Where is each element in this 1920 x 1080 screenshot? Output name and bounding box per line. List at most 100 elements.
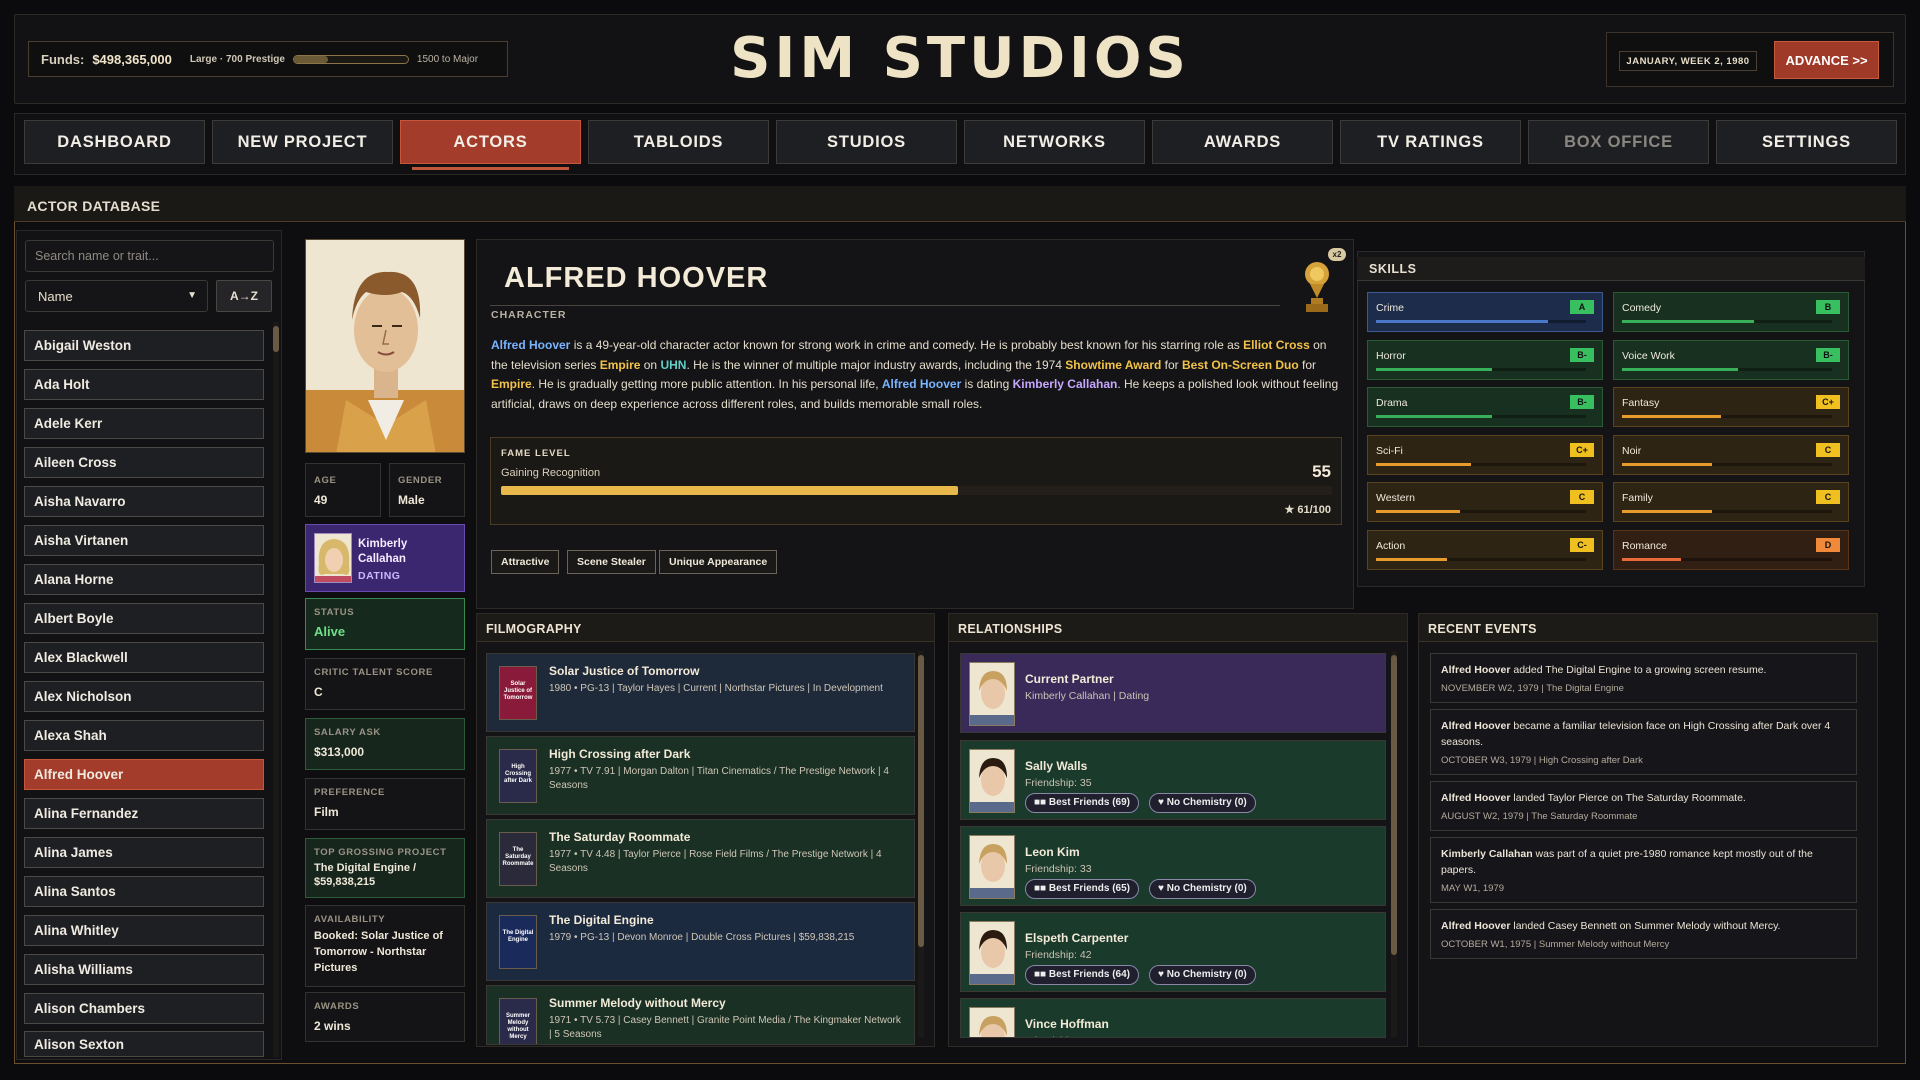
- best-friends-badge: ■■ Best Friends (65): [1025, 879, 1139, 899]
- list-item[interactable]: Aisha Virtanen: [24, 525, 264, 556]
- list-item[interactable]: Alina Fernandez: [24, 798, 264, 829]
- divider: [490, 305, 1280, 306]
- filmography-item[interactable]: Solar Justice of Tomorrow Solar Justice o…: [486, 653, 915, 732]
- partner-link[interactable]: Kimberly Callahan: [1013, 377, 1118, 391]
- relationships-scrollbar[interactable]: [1391, 651, 1397, 1037]
- tab-tv-ratings[interactable]: TV RATINGS: [1340, 120, 1521, 164]
- film-meta: 1980 • PG-13 | Taylor Hayes | Current | …: [549, 683, 883, 694]
- skill-grade: B-: [1570, 395, 1594, 409]
- filmography-scrollbar[interactable]: [918, 651, 924, 1037]
- actor-link[interactable]: Alfred Hoover: [491, 338, 570, 352]
- badge-label: Best Friends (64): [1048, 969, 1130, 980]
- actor-link[interactable]: Alfred Hoover: [882, 377, 961, 391]
- list-scrollbar[interactable]: [273, 322, 279, 1057]
- partner-avatar: [314, 533, 352, 583]
- tab-dashboard[interactable]: DASHBOARD: [24, 120, 205, 164]
- sort-order-button[interactable]: A→Z: [216, 280, 272, 312]
- list-item[interactable]: Alina Santos: [24, 876, 264, 907]
- film-meta: 1977 • TV 4.48 | Taylor Pierce | Rose Fi…: [549, 849, 882, 874]
- series-link[interactable]: Empire: [600, 358, 641, 372]
- tab-actors[interactable]: ACTORS: [400, 120, 581, 164]
- skill-bar-fill: [1376, 320, 1549, 323]
- scroll-thumb[interactable]: [273, 326, 279, 352]
- desc-text: is a 49-year-old character actor known f…: [570, 338, 1244, 352]
- list-item[interactable]: Alina James: [24, 837, 264, 868]
- relationship-name: Current Partner: [1025, 672, 1114, 686]
- trophy-icon: [1297, 258, 1337, 314]
- list-item[interactable]: Aisha Navarro: [24, 486, 264, 517]
- relationship-item[interactable]: Leon Kim Friendship: 33 ■■ Best Friends (6…: [960, 826, 1386, 906]
- tab-studios[interactable]: STUDIOS: [776, 120, 957, 164]
- series-link[interactable]: Empire: [491, 377, 532, 391]
- filmography-item[interactable]: Summer Melody without Mercy Summer Melody…: [486, 985, 915, 1045]
- scroll-thumb[interactable]: [918, 655, 924, 947]
- filmography-item[interactable]: High Crossing after Dark High Crossing af…: [486, 736, 915, 815]
- search-input[interactable]: Search name or trait...: [25, 240, 274, 272]
- list-item[interactable]: Ada Holt: [24, 369, 264, 400]
- skill-grade: C: [1816, 490, 1840, 504]
- advance-button[interactable]: ADVANCE >>: [1774, 41, 1879, 79]
- skill-card: Comedy B: [1613, 292, 1849, 332]
- list-item[interactable]: Abigail Weston: [24, 330, 264, 361]
- list-item[interactable]: Alison Chambers: [24, 993, 264, 1024]
- tab-awards[interactable]: AWARDS: [1152, 120, 1333, 164]
- category-link[interactable]: Best On-Screen Duo: [1182, 358, 1299, 372]
- event-item: Kimberly Callahan was part of a quiet pr…: [1430, 837, 1857, 903]
- skill-name: Romance: [1622, 539, 1667, 552]
- partner-name: Kimberly Callahan: [358, 538, 408, 565]
- relationship-item[interactable]: Current Partner Kimberly Callahan | Datin…: [960, 653, 1386, 733]
- skill-bar-fill: [1376, 367, 1492, 371]
- list-item[interactable]: Albert Boyle: [24, 603, 264, 634]
- event-meta: MAY W1, 1979: [1441, 883, 1505, 894]
- list-item[interactable]: Alex Nicholson: [24, 681, 264, 712]
- filmography-item[interactable]: The Digital Engine The Digital Engine 1979…: [486, 902, 915, 981]
- tab-networks[interactable]: NETWORKS: [964, 120, 1145, 164]
- list-item[interactable]: Aileen Cross: [24, 447, 264, 478]
- role-link[interactable]: Elliot Cross: [1243, 338, 1310, 352]
- skill-grade: A: [1570, 300, 1594, 314]
- partner-card[interactable]: Kimberly Callahan DATING: [305, 524, 465, 592]
- list-item-selected[interactable]: Alfred Hoover: [24, 759, 264, 790]
- film-meta: 1971 • TV 5.73 | Casey Bennett | Granite…: [549, 1015, 901, 1040]
- skill-bar: [1622, 557, 1832, 561]
- skill-grade: C: [1570, 490, 1594, 504]
- event-text: Alfred Hoover landed Taylor Pierce on Th…: [1441, 790, 1846, 806]
- tab-tabloids[interactable]: TABLOIDS: [588, 120, 769, 164]
- list-item[interactable]: Alisha Williams: [24, 954, 264, 985]
- avatar: [969, 749, 1015, 813]
- relationship-item[interactable]: Elspeth Carpenter Friendship: 42 ■■ Best F…: [960, 912, 1386, 992]
- event-action: added The Digital Engine to a growing sc…: [1510, 664, 1767, 676]
- scroll-thumb[interactable]: [1391, 655, 1397, 955]
- actor-portrait: [305, 239, 465, 453]
- list-item[interactable]: Alina Whitley: [24, 915, 264, 946]
- relationship-item[interactable]: Vince Hoffman Friendship: 41: [960, 998, 1386, 1038]
- funds-panel: Funds: $498,365,000 Large · 700 Prestige…: [28, 41, 508, 77]
- tab-box-office[interactable]: BOX OFFICE: [1528, 120, 1709, 164]
- network-link[interactable]: UHN: [660, 358, 686, 372]
- tab-new-project[interactable]: NEW PROJECT: [212, 120, 393, 164]
- skill-name: Sci-Fi: [1376, 444, 1403, 457]
- award-link[interactable]: Showtime Award: [1065, 358, 1161, 372]
- list-item[interactable]: Alison Sexton: [24, 1031, 264, 1057]
- gender-value: Male: [398, 493, 425, 507]
- desc-text: on: [640, 357, 661, 372]
- gender-box: GENDER Male: [389, 463, 465, 517]
- filmography-item[interactable]: The Saturday Roommate The Saturday Roomma…: [486, 819, 915, 898]
- list-item[interactable]: Alana Horne: [24, 564, 264, 595]
- list-item[interactable]: Alexa Shah: [24, 720, 264, 751]
- event-text: Alfred Hoover became a familiar televisi…: [1441, 718, 1846, 750]
- film-title: Summer Melody without Mercy: [549, 996, 726, 1010]
- actor-archetype: CHARACTER: [491, 309, 567, 321]
- relationship-item[interactable]: Sally Walls Friendship: 35 ■■ Best Friends…: [960, 740, 1386, 820]
- fame-value: 55: [1312, 462, 1331, 481]
- event-meta: OCTOBER W1, 1975 | Summer Melody without…: [1441, 939, 1670, 950]
- skill-grade: C-: [1570, 537, 1594, 552]
- list-item[interactable]: Adele Kerr: [24, 408, 264, 439]
- skill-bar: [1622, 367, 1832, 371]
- skill-bar-fill: [1376, 462, 1471, 466]
- sort-select[interactable]: Name ▼: [25, 280, 208, 312]
- list-item[interactable]: Alex Blackwell: [24, 642, 264, 673]
- tab-settings[interactable]: SETTINGS: [1716, 120, 1897, 164]
- event-subject: Alfred Hoover: [1441, 792, 1511, 804]
- section-title: ACTOR DATABASE: [14, 186, 1906, 222]
